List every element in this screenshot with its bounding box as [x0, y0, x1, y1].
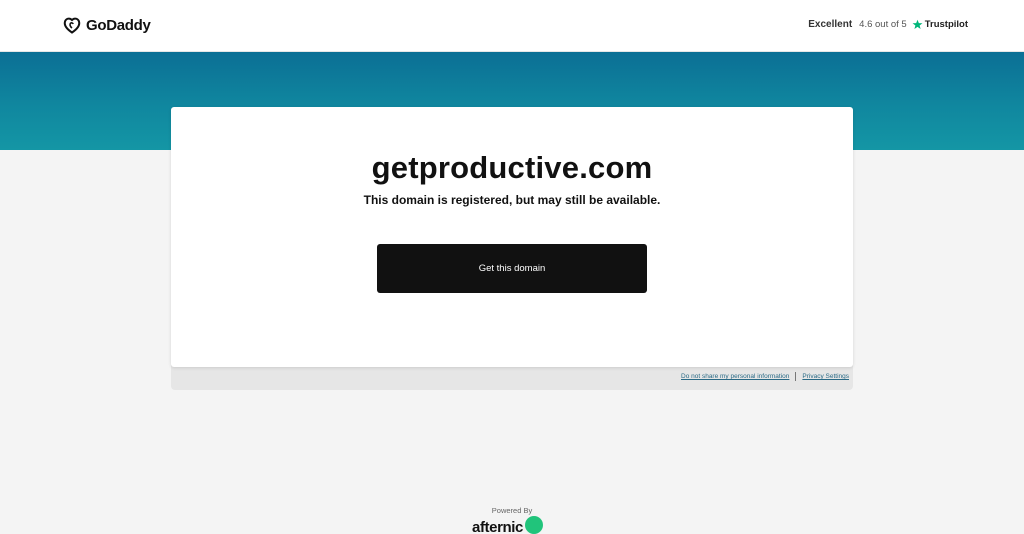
domain-status-text: This domain is registered, but may still… [363, 193, 661, 207]
domain-name-heading: getproductive.com [371, 150, 653, 185]
afternic-logo[interactable]: afternic [472, 516, 543, 534]
link-divider [795, 372, 797, 381]
get-this-domain-button[interactable]: Get this domain [377, 244, 647, 293]
trustpilot-rating[interactable]: Excellent 4.6 out of 5 Trustpilot [808, 19, 968, 30]
privacy-links: Do not share my personal information Pri… [681, 372, 849, 381]
privacy-settings-link[interactable]: Privacy Settings [802, 373, 849, 380]
godaddy-logo-icon [63, 17, 81, 34]
godaddy-wordmark: GoDaddy [86, 16, 151, 34]
powered-by-label: Powered By [491, 506, 533, 515]
trustpilot-star-icon [912, 19, 923, 29]
rating-word: Excellent [808, 19, 853, 30]
afternic-wordmark: afternic [472, 518, 523, 534]
domain-card: getproductive.com This domain is registe… [171, 107, 853, 367]
top-header: GoDaddy Excellent 4.6 out of 5 Trustpilo… [0, 0, 1024, 52]
afternic-mark-icon [525, 516, 543, 534]
godaddy-logo[interactable]: GoDaddy [62, 15, 151, 35]
trustpilot-badge: Trustpilot [912, 19, 968, 30]
rating-score: 4.6 out of 5 [859, 19, 907, 30]
trustpilot-label: Trustpilot [924, 19, 968, 30]
do-not-share-link[interactable]: Do not share my personal information [681, 373, 789, 380]
